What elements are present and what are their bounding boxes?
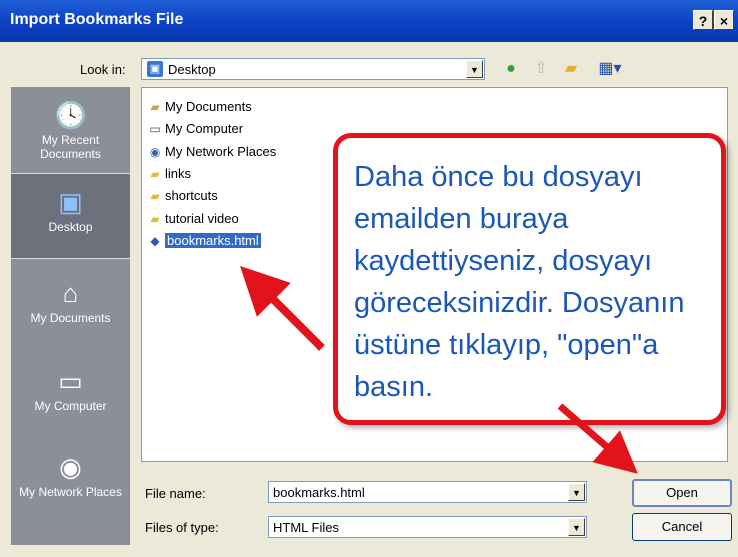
- folder-icon: ▰: [150, 100, 160, 114]
- place-desktop[interactable]: ▣ Desktop: [11, 173, 130, 259]
- list-item[interactable]: ▰ tutorial video: [147, 210, 238, 228]
- file-name-value: bookmarks.html: [273, 485, 365, 500]
- close-button[interactable]: ×: [714, 10, 734, 30]
- callout-text: Daha önce bu dosyayı emailden buraya kay…: [354, 161, 685, 403]
- title-bar: Import Bookmarks File ? ×: [0, 0, 738, 42]
- file-type-label: Files of type:: [145, 520, 219, 535]
- view-menu-icon[interactable]: ▦▾: [594, 59, 626, 79]
- file-type-value: HTML Files: [273, 520, 339, 535]
- up-folder-icon[interactable]: ⇧: [530, 59, 552, 79]
- look-in-dropdown[interactable]: ▣ Desktop ▼: [141, 58, 485, 80]
- place-label: My Documents: [30, 311, 111, 325]
- chevron-down-icon[interactable]: ▼: [466, 60, 483, 78]
- computer-icon: ▭: [149, 122, 161, 136]
- list-item[interactable]: ▰ My Documents: [147, 98, 251, 116]
- place-label: My Network Places: [19, 485, 122, 499]
- file-name-field[interactable]: bookmarks.html ▼: [268, 481, 587, 503]
- list-item-selected[interactable]: ◆ bookmarks.html: [147, 232, 261, 250]
- place-label: My Computer: [34, 399, 107, 413]
- network-places-icon: ◉: [59, 452, 82, 482]
- places-bar: 🕓 My Recent Documents ▣ Desktop ⌂ My Doc…: [11, 87, 130, 545]
- place-my-documents[interactable]: ⌂ My Documents: [11, 265, 130, 349]
- place-my-computer[interactable]: ▭ My Computer: [11, 353, 130, 437]
- instruction-callout: Daha önce bu dosyayı emailden buraya kay…: [333, 133, 726, 425]
- html-file-icon: ◆: [150, 234, 160, 248]
- place-label: Desktop: [48, 220, 93, 234]
- desktop-icon: ▣: [58, 187, 83, 217]
- list-item[interactable]: ◉ My Network Places: [147, 143, 277, 161]
- chevron-down-icon[interactable]: ▼: [568, 483, 585, 501]
- file-name-label: File name:: [145, 486, 206, 501]
- list-item[interactable]: ▰ links: [147, 165, 191, 183]
- place-my-recent-documents[interactable]: 🕓 My Recent Documents: [11, 87, 130, 171]
- list-item[interactable]: ▭ My Computer: [147, 120, 243, 138]
- list-item[interactable]: ▰ shortcuts: [147, 187, 217, 205]
- folder-icon: ▰: [150, 189, 160, 203]
- file-type-dropdown[interactable]: HTML Files ▼: [268, 516, 587, 538]
- folder-icon: ▰: [150, 167, 160, 181]
- recent-documents-icon: 🕓: [54, 100, 87, 130]
- new-folder-icon[interactable]: ▰: [560, 59, 582, 79]
- cancel-button[interactable]: Cancel: [632, 513, 732, 541]
- folder-icon: ▰: [150, 212, 160, 226]
- my-computer-icon: ▭: [58, 366, 83, 396]
- back-icon[interactable]: ●: [500, 59, 522, 79]
- network-icon: ◉: [149, 145, 161, 159]
- my-documents-icon: ⌂: [62, 278, 79, 308]
- window-title: Import Bookmarks File: [10, 11, 184, 28]
- chevron-down-icon[interactable]: ▼: [568, 518, 585, 536]
- open-button[interactable]: Open: [632, 479, 732, 507]
- look-in-label: Look in:: [80, 62, 126, 77]
- desktop-icon: ▣: [147, 61, 163, 77]
- place-my-network-places[interactable]: ◉ My Network Places: [11, 439, 130, 523]
- look-in-value: Desktop: [168, 62, 216, 77]
- help-button[interactable]: ?: [693, 10, 713, 30]
- place-label: My Recent Documents: [40, 133, 101, 161]
